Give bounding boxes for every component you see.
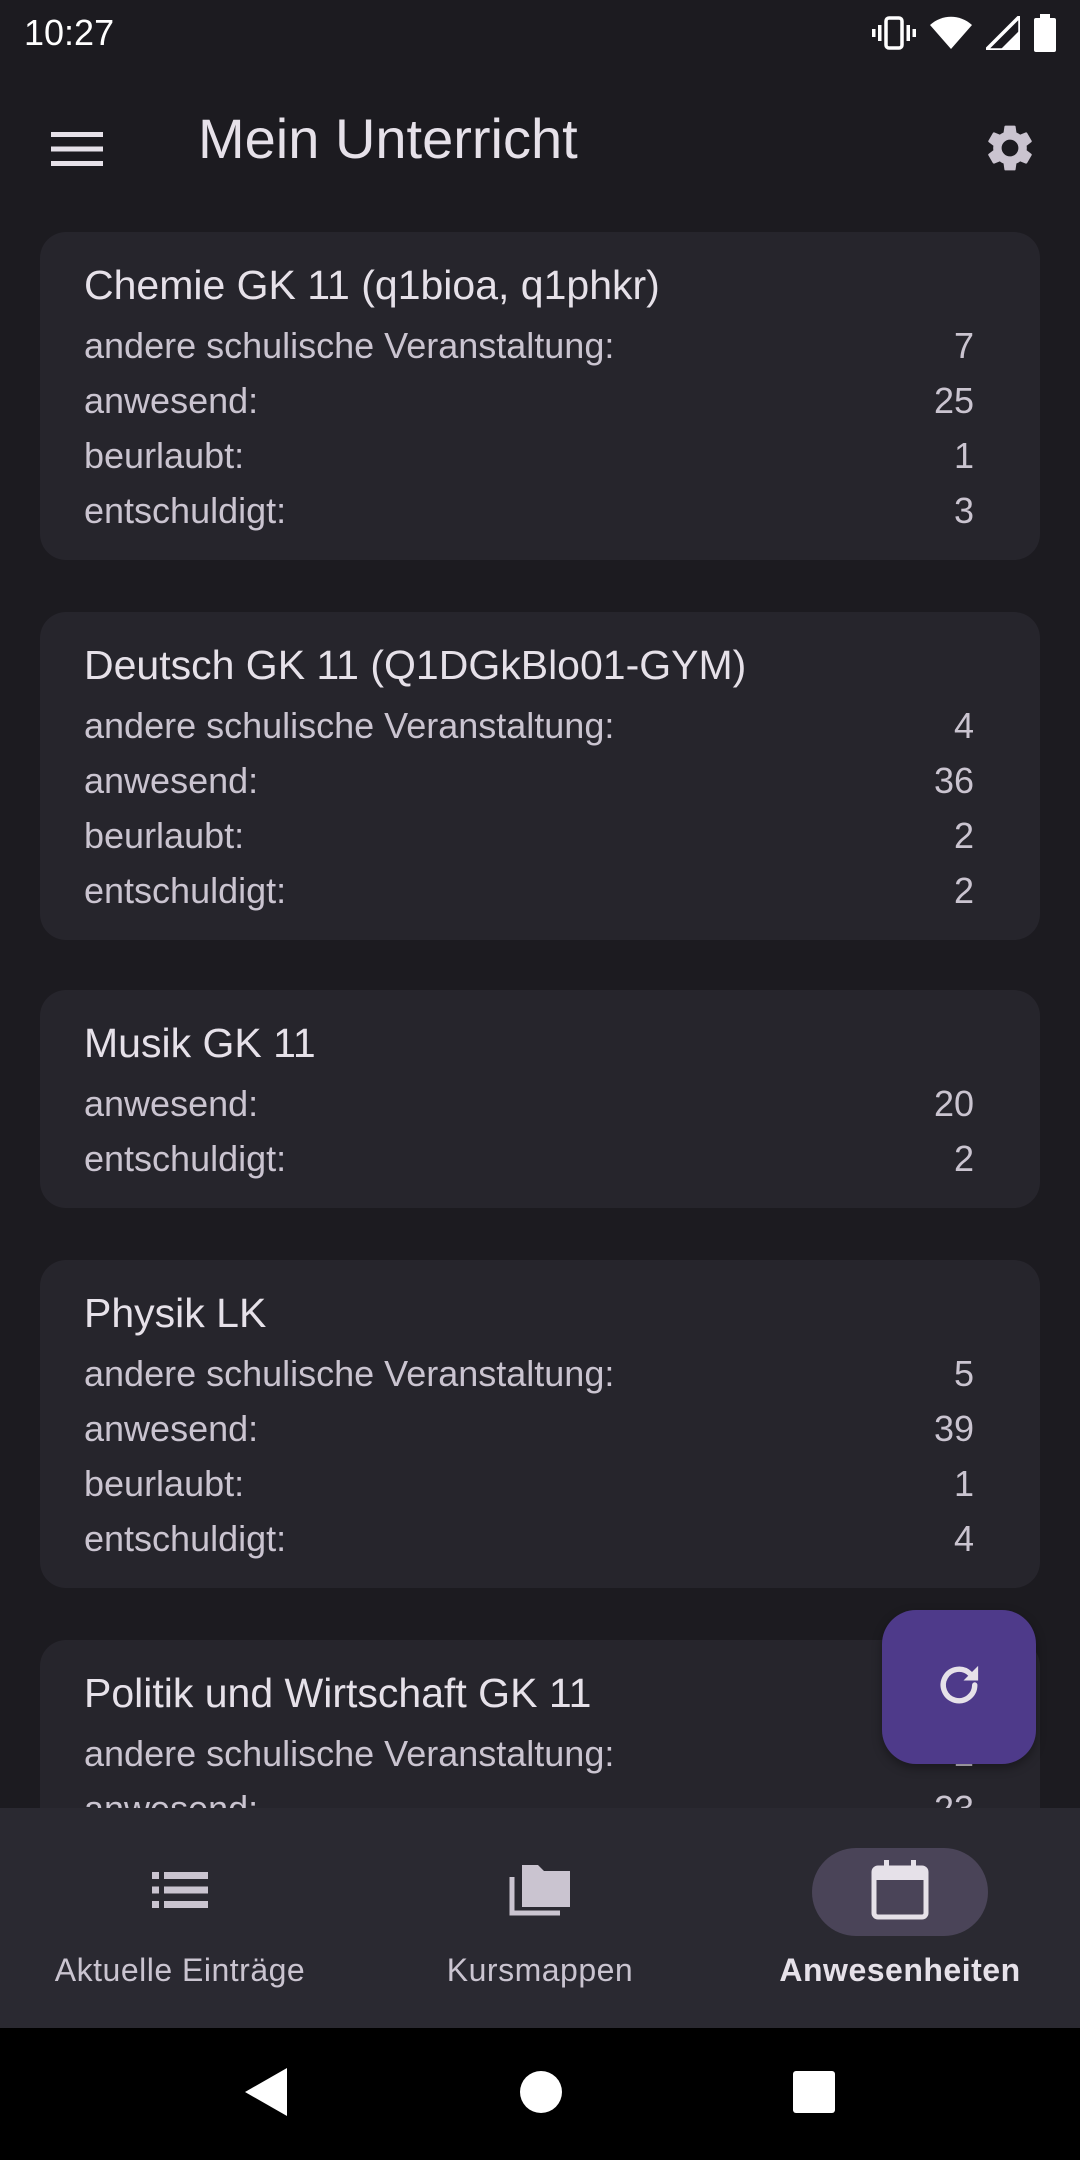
home-icon[interactable] [519, 2070, 563, 2119]
attendance-label: andere schulische Veranstaltung: [84, 1353, 615, 1394]
attendance-label: andere schulische Veranstaltung: [84, 705, 615, 746]
attendance-label: entschuldigt: [84, 490, 287, 531]
attendance-label: anwesend: [84, 380, 259, 421]
attendance-row: anwesend: 20 [84, 1076, 974, 1131]
attendance-value: 2 [953, 1138, 974, 1179]
attendance-row: anwesend: 39 [84, 1401, 974, 1456]
attendance-row: beurlaubt: 2 [84, 808, 974, 863]
attendance-value: 20 [933, 1083, 974, 1124]
course-title: Politik und Wirtschaft GK 11 [84, 1670, 592, 1716]
battery-icon [1034, 14, 1056, 52]
course-card[interactable]: Physik LK andere schulische Veranstaltun… [40, 1260, 1040, 1588]
menu-icon [51, 131, 103, 171]
attendance-label: anwesend: [84, 760, 259, 801]
attendance-label: entschuldigt: [84, 1138, 287, 1179]
back-icon[interactable] [245, 2067, 289, 2121]
attendance-value: 1 [953, 1463, 974, 1504]
app-bar: Mein Unterricht [0, 80, 1080, 204]
attendance-value: 5 [953, 1353, 974, 1394]
attendance-label: andere schulische Veranstaltung: [84, 325, 615, 366]
status-icons [872, 14, 1056, 52]
attendance-row: andere schulische Veranstaltung: 7 [84, 318, 974, 373]
course-card[interactable]: Chemie GK 11 (q1bioa, q1phkr) andere sch… [40, 232, 1040, 560]
course-title: Chemie GK 11 (q1bioa, q1phkr) [84, 262, 660, 308]
status-time: 10:27 [24, 12, 115, 53]
folders-icon [508, 1863, 572, 1922]
system-navigation-bar [0, 2028, 1080, 2160]
nav-icon-container [92, 1848, 268, 1936]
course-card[interactable]: Musik GK 11 anwesend: 20 entschuldigt: 2 [40, 990, 1040, 1208]
attendance-value: 2 [953, 815, 974, 856]
attendance-value: 3 [953, 490, 974, 531]
bottom-navigation: Aktuelle Einträge Kursmappen Anwesenheit… [0, 1808, 1080, 2028]
nav-label: Anwesenheiten [779, 1952, 1021, 1988]
attendance-label: beurlaubt: [84, 815, 245, 856]
wifi-icon [930, 16, 972, 50]
attendance-row: entschuldigt: 2 [84, 1131, 974, 1186]
nav-item-aktuelle-eintraege[interactable]: Aktuelle Einträge [0, 1808, 360, 2028]
attendance-row: anwesend: 36 [84, 753, 974, 808]
attendance-row: andere schulische Veranstaltung: 2 [84, 1726, 974, 1781]
page-title: Mein Unterricht [198, 107, 578, 170]
course-title: Physik LK [84, 1290, 267, 1336]
attendance-value: 7 [953, 325, 974, 366]
nav-item-kursmappen[interactable]: Kursmappen [360, 1808, 720, 2028]
nav-item-anwesenheiten[interactable]: Anwesenheiten [720, 1808, 1080, 2028]
attendance-value: 4 [953, 705, 974, 746]
attendance-value: 4 [953, 1518, 974, 1559]
nav-label: Kursmappen [446, 1952, 634, 1988]
attendance-label: anwesend: [84, 1781, 258, 1808]
course-card[interactable]: Deutsch GK 11 (Q1DGkBlo01-GYM) andere sc… [40, 612, 1040, 940]
nav-icon-container [452, 1848, 628, 1936]
refresh-button[interactable] [882, 1610, 1036, 1764]
settings-button[interactable] [970, 110, 1050, 190]
attendance-row: entschuldigt: 2 [84, 863, 974, 918]
nav-label: Aktuelle Einträge [54, 1952, 306, 1988]
attendance-value: 23 [934, 1781, 974, 1808]
course-title: Deutsch GK 11 (Q1DGkBlo01-GYM) [84, 642, 747, 688]
attendance-label: anwesend: [84, 1408, 259, 1449]
signal-icon [986, 16, 1020, 50]
attendance-row: andere schulische Veranstaltung: 5 [84, 1346, 974, 1401]
attendance-row: beurlaubt: 1 [84, 428, 974, 483]
course-title: Musik GK 11 [84, 1020, 316, 1066]
recents-icon[interactable] [793, 2070, 835, 2118]
gear-icon [982, 120, 1038, 181]
menu-button[interactable] [42, 116, 112, 186]
attendance-label: andere schulische Veranstaltung: [84, 1733, 615, 1774]
course-list[interactable]: Chemie GK 11 (q1bioa, q1phkr) andere sch… [0, 230, 1080, 1808]
attendance-row: anwesend: 23 [84, 1781, 974, 1808]
attendance-label: anwesend: [84, 1083, 259, 1124]
attendance-label: entschuldigt: [84, 1518, 287, 1559]
attendance-row: anwesend: 25 [84, 373, 974, 428]
attendance-value: 25 [933, 380, 974, 421]
vibrate-icon [872, 15, 916, 51]
attendance-row: beurlaubt: 1 [84, 1456, 974, 1511]
attendance-label: beurlaubt: [84, 435, 245, 476]
attendance-value: 36 [933, 760, 974, 801]
status-bar: 10:27 [0, 0, 1080, 66]
attendance-row: entschuldigt: 4 [84, 1511, 974, 1566]
attendance-value: 39 [933, 1408, 974, 1449]
attendance-label: entschuldigt: [84, 870, 287, 911]
nav-icon-container [812, 1848, 988, 1936]
attendance-row: entschuldigt: 3 [84, 483, 974, 538]
attendance-value: 1 [953, 435, 974, 476]
list-icon [152, 1870, 208, 1915]
calendar-icon [871, 1859, 929, 1925]
attendance-value: 2 [953, 870, 974, 911]
attendance-row: andere schulische Veranstaltung: 4 [84, 698, 974, 753]
attendance-label: beurlaubt: [84, 1463, 245, 1504]
refresh-icon [932, 1658, 986, 1717]
